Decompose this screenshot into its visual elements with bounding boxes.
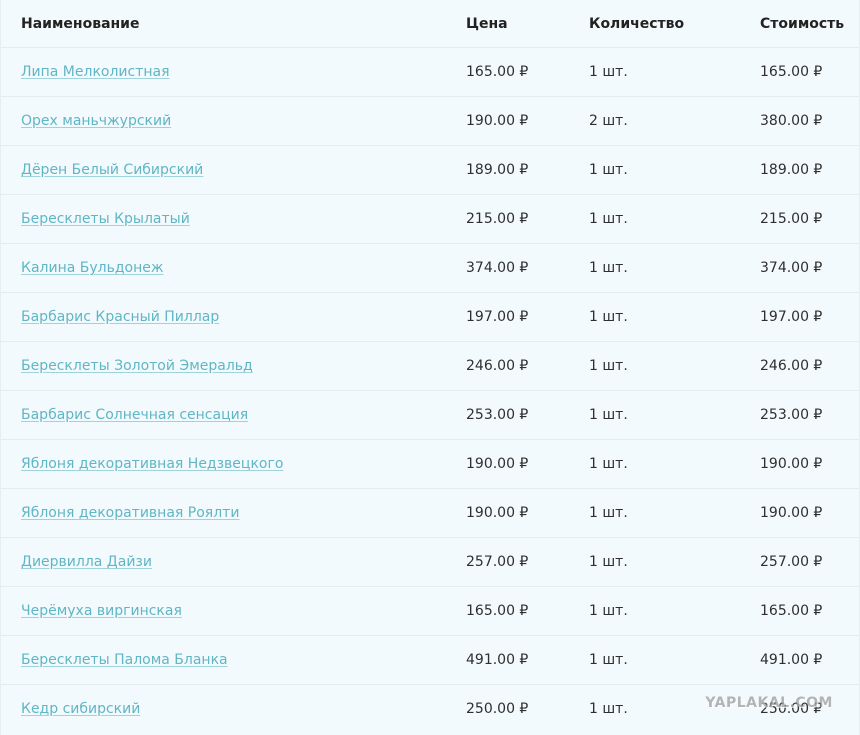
total-cell: 189.00 ₽ [740,145,859,195]
table-row: Калина Бульдонеж 374.00 ₽ 1 шт. 374.00 ₽ [1,243,859,293]
product-name-cell: Барбарис Красный Пиллар [1,292,446,342]
quantity-cell: 1 шт. [569,145,740,195]
column-header-price: Цена [446,0,569,48]
quantity-cell: 2 шт. [569,96,740,146]
price-cell: 189.00 ₽ [446,145,569,195]
price-cell: 491.00 ₽ [446,635,569,685]
total-cell: 190.00 ₽ [740,439,859,489]
total-cell: 197.00 ₽ [740,292,859,342]
product-name-cell: Черёмуха виргинская [1,586,446,636]
product-link[interactable]: Черёмуха виргинская [21,603,182,619]
total-cell: 246.00 ₽ [740,341,859,391]
column-header-quantity: Количество [569,0,740,48]
product-link[interactable]: Орех маньчжурский [21,113,171,129]
price-cell: 374.00 ₽ [446,243,569,293]
price-cell: 190.00 ₽ [446,96,569,146]
price-cell: 250.00 ₽ [466,701,529,717]
product-name-cell: Бересклеты Палома Бланка [1,635,446,685]
product-link[interactable]: Бересклеты Крылатый [21,211,190,227]
quantity-cell: 1 шт. [569,439,740,489]
order-items-table: Наименование Цена Количество Стоимость Л… [1,0,859,733]
quantity-cell: 1 шт. [569,635,740,685]
price-cell: 190.00 ₽ [446,439,569,489]
header-row: Наименование Цена Количество Стоимость [1,0,859,48]
total-cell: 215.00 ₽ [740,194,859,244]
product-name-cell: Барбарис Солнечная сенсация [1,390,446,440]
total-cell: 165.00 ₽ [740,586,859,636]
watermark: YAPLAKAL.COM [705,695,833,711]
quantity-cell: 1 шт. [569,586,740,636]
price-cell: 257.00 ₽ [446,537,569,587]
quantity-cell: 1 шт. [569,47,740,97]
quantity-cell: 1 шт. [569,194,740,244]
column-header-name: Наименование [1,0,446,48]
product-link[interactable]: Липа Мелколистная [21,64,170,80]
table-row: Бересклеты Палома Бланка 491.00 ₽ 1 шт. … [1,635,859,685]
total-cell: 380.00 ₽ [740,96,859,146]
price-cell: 246.00 ₽ [446,341,569,391]
product-link[interactable]: Бересклеты Палома Бланка [21,652,228,668]
product-link[interactable]: Барбарис Солнечная сенсация [21,407,248,423]
product-name-cell: Яблоня декоративная Недзвецкого [1,439,446,489]
table-row: Липа Мелколистная 165.00 ₽ 1 шт. 165.00 … [1,47,859,97]
product-name-cell: Калина Бульдонеж [1,243,446,293]
product-link[interactable]: Дёрен Белый Сибирский [21,162,203,178]
price-cell: 190.00 ₽ [446,488,569,538]
product-name-cell: Яблоня декоративная Роялти [1,488,446,538]
quantity-cell: 1 шт. [569,488,740,538]
product-link[interactable]: Калина Бульдонеж [21,260,163,276]
total-cell: 374.00 ₽ [740,243,859,293]
product-name-cell: Липа Мелколистная [1,47,446,97]
total-cell: 190.00 ₽ [740,488,859,538]
table-header: Наименование Цена Количество Стоимость [1,0,859,48]
quantity-cell: 1 шт. [569,341,740,391]
quantity-cell: 1 шт. [569,243,740,293]
product-link[interactable]: Диервилла Дайзи [21,554,152,570]
table-row: Яблоня декоративная Роялти 190.00 ₽ 1 шт… [1,488,859,538]
table-row: Черёмуха виргинская 165.00 ₽ 1 шт. 165.0… [1,586,859,636]
total-cell: 257.00 ₽ [740,537,859,587]
quantity-cell: 1 шт. [569,292,740,342]
product-link[interactable]: Кедр сибирский [21,701,140,717]
table-row: Диервилла Дайзи 257.00 ₽ 1 шт. 257.00 ₽ [1,537,859,587]
product-link[interactable]: Барбарис Красный Пиллар [21,309,219,325]
table-row: Барбарис Красный Пиллар 197.00 ₽ 1 шт. 1… [1,292,859,342]
product-link[interactable]: Яблоня декоративная Недзвецкого [21,456,283,472]
product-name-cell: Дёрен Белый Сибирский [1,145,446,195]
product-name-cell: Кедр сибирский [1,685,446,734]
table-row: Бересклеты Крылатый 215.00 ₽ 1 шт. 215.0… [1,194,859,244]
total-cell: 491.00 ₽ [740,635,859,685]
price-cell: 165.00 ₽ [446,586,569,636]
table-row: Бересклеты Золотой Эмеральд 246.00 ₽ 1 ш… [1,341,859,391]
table-row: Орех маньчжурский 190.00 ₽ 2 шт. 380.00 … [1,96,859,146]
total-cell: 253.00 ₽ [740,390,859,440]
price-cell: 197.00 ₽ [446,292,569,342]
total-cell: 165.00 ₽ [740,47,859,97]
product-name-cell: Диервилла Дайзи [1,537,446,587]
product-name-cell: Орех маньчжурский [1,96,446,146]
table-row: Барбарис Солнечная сенсация 253.00 ₽ 1 ш… [1,390,859,440]
table-body: Липа Мелколистная 165.00 ₽ 1 шт. 165.00 … [1,47,859,734]
quantity-cell: 1 шт. [569,390,740,440]
price-cell: 253.00 ₽ [446,390,569,440]
price-cell: 165.00 ₽ [446,47,569,97]
column-header-total: Стоимость [740,0,859,48]
product-link[interactable]: Яблоня декоративная Роялти [21,505,239,521]
price-cell: 215.00 ₽ [446,194,569,244]
order-page: Наименование Цена Количество Стоимость Л… [0,0,860,735]
table-row: Дёрен Белый Сибирский 189.00 ₽ 1 шт. 189… [1,145,859,195]
product-name-cell: Бересклеты Золотой Эмеральд [1,341,446,391]
product-link[interactable]: Бересклеты Золотой Эмеральд [21,358,253,374]
product-name-cell: Бересклеты Крылатый [1,194,446,244]
quantity-cell: 1 шт. [569,537,740,587]
table-row: Яблоня декоративная Недзвецкого 190.00 ₽… [1,439,859,489]
